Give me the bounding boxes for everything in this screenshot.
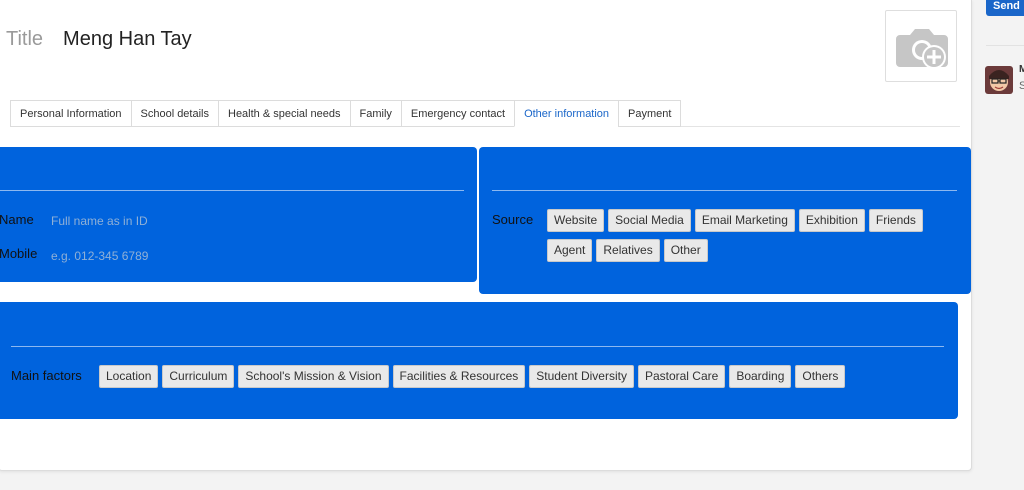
source-label: Source — [492, 212, 534, 227]
factor-chip-pastoral-care[interactable]: Pastoral Care — [637, 365, 726, 388]
source-chip-website[interactable]: Website — [547, 209, 605, 232]
mobile-input[interactable] — [51, 247, 351, 265]
factors-panel: Main factors Location Curriculum School'… — [0, 302, 958, 419]
tab-school-details[interactable]: School details — [130, 100, 218, 127]
source-chip-exhibition[interactable]: Exhibition — [798, 209, 865, 232]
title-label: Title — [6, 28, 44, 50]
factor-chip-curriculum[interactable]: Curriculum — [162, 365, 235, 388]
sidebar-user-initial: M — [1019, 64, 1024, 75]
factor-chip-location[interactable]: Location — [99, 365, 159, 388]
factor-chip-others[interactable]: Others — [795, 365, 846, 388]
sidebar-divider — [986, 45, 1024, 46]
factors-options: Location Curriculum School's Mission & V… — [99, 365, 949, 395]
avatar[interactable] — [985, 66, 1013, 94]
tab-other-information[interactable]: Other information — [514, 100, 619, 127]
add-photo-camera-icon — [896, 29, 948, 69]
title-row: Title Meng Han Tay — [6, 28, 192, 54]
factor-chip-mission-vision[interactable]: School's Mission & Vision — [238, 365, 389, 388]
name-label: Name — [0, 212, 34, 227]
tab-emergency-contact[interactable]: Emergency contact — [400, 100, 515, 127]
user-avatar-icon — [985, 66, 1013, 94]
contact-panel-rule — [0, 190, 464, 191]
contact-panel: Name Mobile — [0, 147, 477, 282]
tab-personal-information[interactable]: Personal Information — [10, 100, 131, 127]
main-factors-label: Main factors — [11, 368, 82, 383]
send-button[interactable]: Send — [986, 0, 1024, 16]
tab-payment[interactable]: Payment — [618, 100, 682, 127]
source-panel-rule — [492, 190, 957, 191]
tab-family[interactable]: Family — [349, 100, 401, 127]
factor-chip-facilities-resources[interactable]: Facilities & Resources — [392, 365, 526, 388]
source-chip-email-marketing[interactable]: Email Marketing — [694, 209, 795, 232]
factor-chip-boarding[interactable]: Boarding — [729, 365, 792, 388]
name-input[interactable] — [51, 212, 351, 230]
source-chip-agent[interactable]: Agent — [547, 239, 593, 262]
student-name: Meng Han Tay — [63, 28, 192, 50]
sidebar-user-sub: S — [1019, 80, 1024, 92]
source-chip-friends[interactable]: Friends — [868, 209, 923, 232]
source-chip-other[interactable]: Other — [663, 239, 708, 262]
source-options: Website Social Media Email Marketing Exh… — [547, 209, 967, 269]
source-chip-social-media[interactable]: Social Media — [608, 209, 691, 232]
source-chip-relatives[interactable]: Relatives — [596, 239, 660, 262]
tab-health-special-needs[interactable]: Health & special needs — [218, 100, 350, 127]
photo-upload[interactable] — [885, 10, 957, 82]
source-panel: Source Website Social Media Email Market… — [479, 147, 971, 294]
factor-chip-student-diversity[interactable]: Student Diversity — [529, 365, 634, 388]
tab-bar: Personal Information School details Heal… — [10, 100, 682, 127]
mobile-label: Mobile — [0, 246, 38, 261]
factors-panel-rule — [11, 346, 944, 347]
